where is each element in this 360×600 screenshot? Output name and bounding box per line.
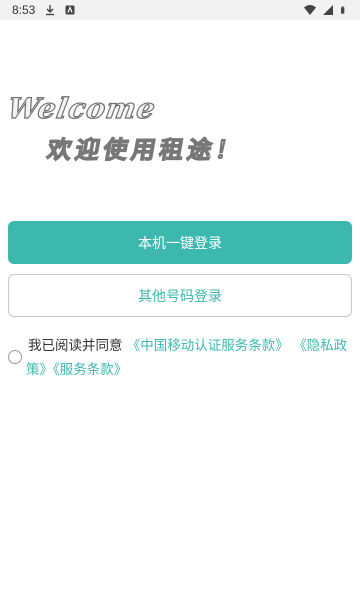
cellular-signal-icon xyxy=(323,5,333,15)
agreement-text: 我已阅读并同意 《中国移动认证服务条款》 《隐私政策》《服务条款》 xyxy=(26,334,354,382)
agreement-checkbox[interactable] xyxy=(8,350,22,364)
status-bar: 8:53 xyxy=(0,0,360,20)
welcome-subtitle: 欢迎使用租途！ xyxy=(44,135,247,164)
battery-icon xyxy=(341,6,345,14)
other-number-login-button[interactable]: 其他号码登录 xyxy=(8,274,352,317)
agreement-section: 我已阅读并同意 《中国移动认证服务条款》 《隐私政策》《服务条款》 xyxy=(8,334,354,382)
welcome-title: Welcome xyxy=(4,91,159,125)
wifi-icon xyxy=(304,5,316,15)
download-icon xyxy=(46,5,54,16)
status-icons-left xyxy=(44,4,76,16)
one-click-login-button[interactable]: 本机一键登录 xyxy=(8,221,352,264)
agreement-prefix: 我已阅读并同意 xyxy=(28,338,123,354)
cmcc-terms-link[interactable]: 《中国移动认证服务条款》 xyxy=(127,338,289,354)
status-icons-right xyxy=(304,4,348,16)
service-terms-link[interactable]: 《服务条款》 xyxy=(53,362,127,378)
notification-app-icon xyxy=(65,5,75,15)
status-time: 8:53 xyxy=(12,3,36,17)
